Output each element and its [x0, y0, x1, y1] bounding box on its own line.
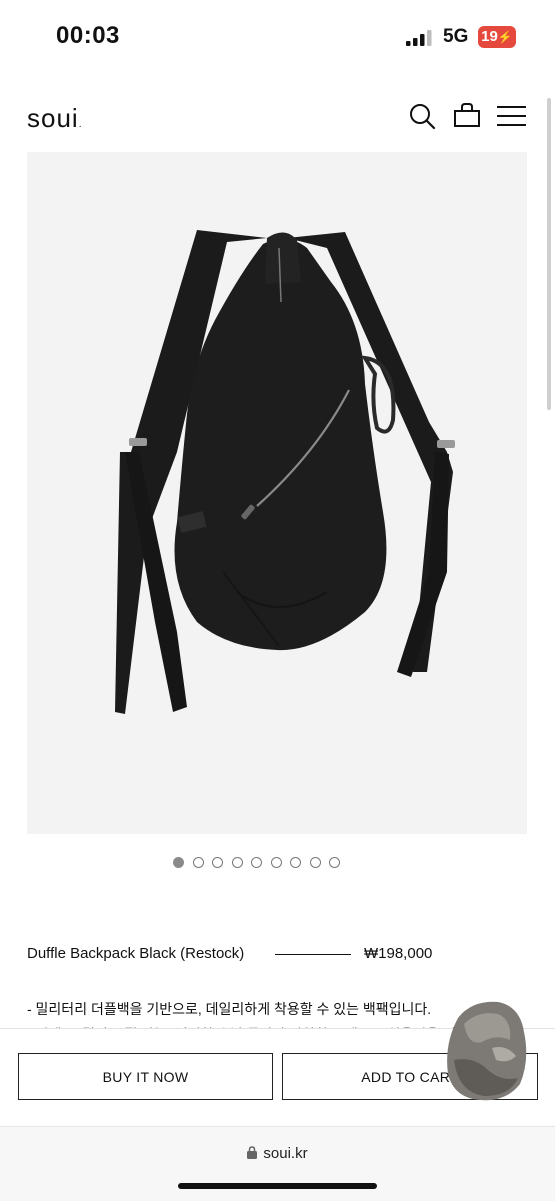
shopping-bag-icon	[454, 103, 480, 127]
gallery-dot[interactable]	[192, 857, 204, 868]
charging-bolt-icon: ⚡	[497, 30, 513, 44]
status-bar: 00:03 5G 19⚡	[0, 0, 555, 80]
gallery-dot[interactable]	[231, 857, 243, 868]
search-button[interactable]	[408, 102, 436, 135]
gallery-dot[interactable]	[270, 857, 282, 868]
product-image-gallery[interactable]	[27, 152, 527, 834]
backpack-image	[115, 230, 455, 714]
battery-icon: 19⚡	[478, 26, 516, 48]
page-scrollbar[interactable]	[547, 98, 551, 410]
rock-sticker-image	[447, 1001, 527, 1101]
network-label: 5G	[443, 26, 469, 47]
gallery-dot[interactable]	[329, 857, 340, 868]
status-time: 00:03	[56, 22, 120, 49]
product-name: Duffle Backpack Black (Restock)	[27, 945, 245, 962]
gallery-dot[interactable]	[251, 857, 262, 868]
logo-text: soui	[27, 103, 79, 133]
url-text: soui.kr	[263, 1145, 308, 1162]
menu-button[interactable]	[497, 105, 526, 132]
hamburger-menu-icon	[497, 106, 526, 126]
battery-level: 19	[481, 28, 498, 45]
address-field[interactable]: soui.kr	[0, 1145, 555, 1162]
search-icon	[410, 104, 436, 130]
cart-button[interactable]	[453, 102, 481, 133]
product-title-row: Duffle Backpack Black (Restock) ₩198,000	[27, 945, 527, 967]
browser-url-bar	[0, 1126, 555, 1201]
gallery-pagination	[173, 855, 349, 871]
title-divider	[275, 954, 351, 955]
gallery-dot[interactable]	[309, 857, 321, 868]
signal-icon	[406, 30, 432, 46]
buy-now-button[interactable]: BUY IT NOW	[18, 1053, 273, 1100]
lock-icon	[247, 1146, 258, 1159]
gallery-dot[interactable]	[290, 857, 301, 868]
product-price: ₩198,000	[364, 945, 433, 962]
gallery-dot[interactable]	[212, 857, 223, 868]
gallery-dot[interactable]	[173, 857, 184, 868]
site-logo[interactable]: soui.	[27, 103, 82, 134]
logo-dot: .	[78, 119, 83, 130]
home-indicator	[178, 1183, 377, 1189]
